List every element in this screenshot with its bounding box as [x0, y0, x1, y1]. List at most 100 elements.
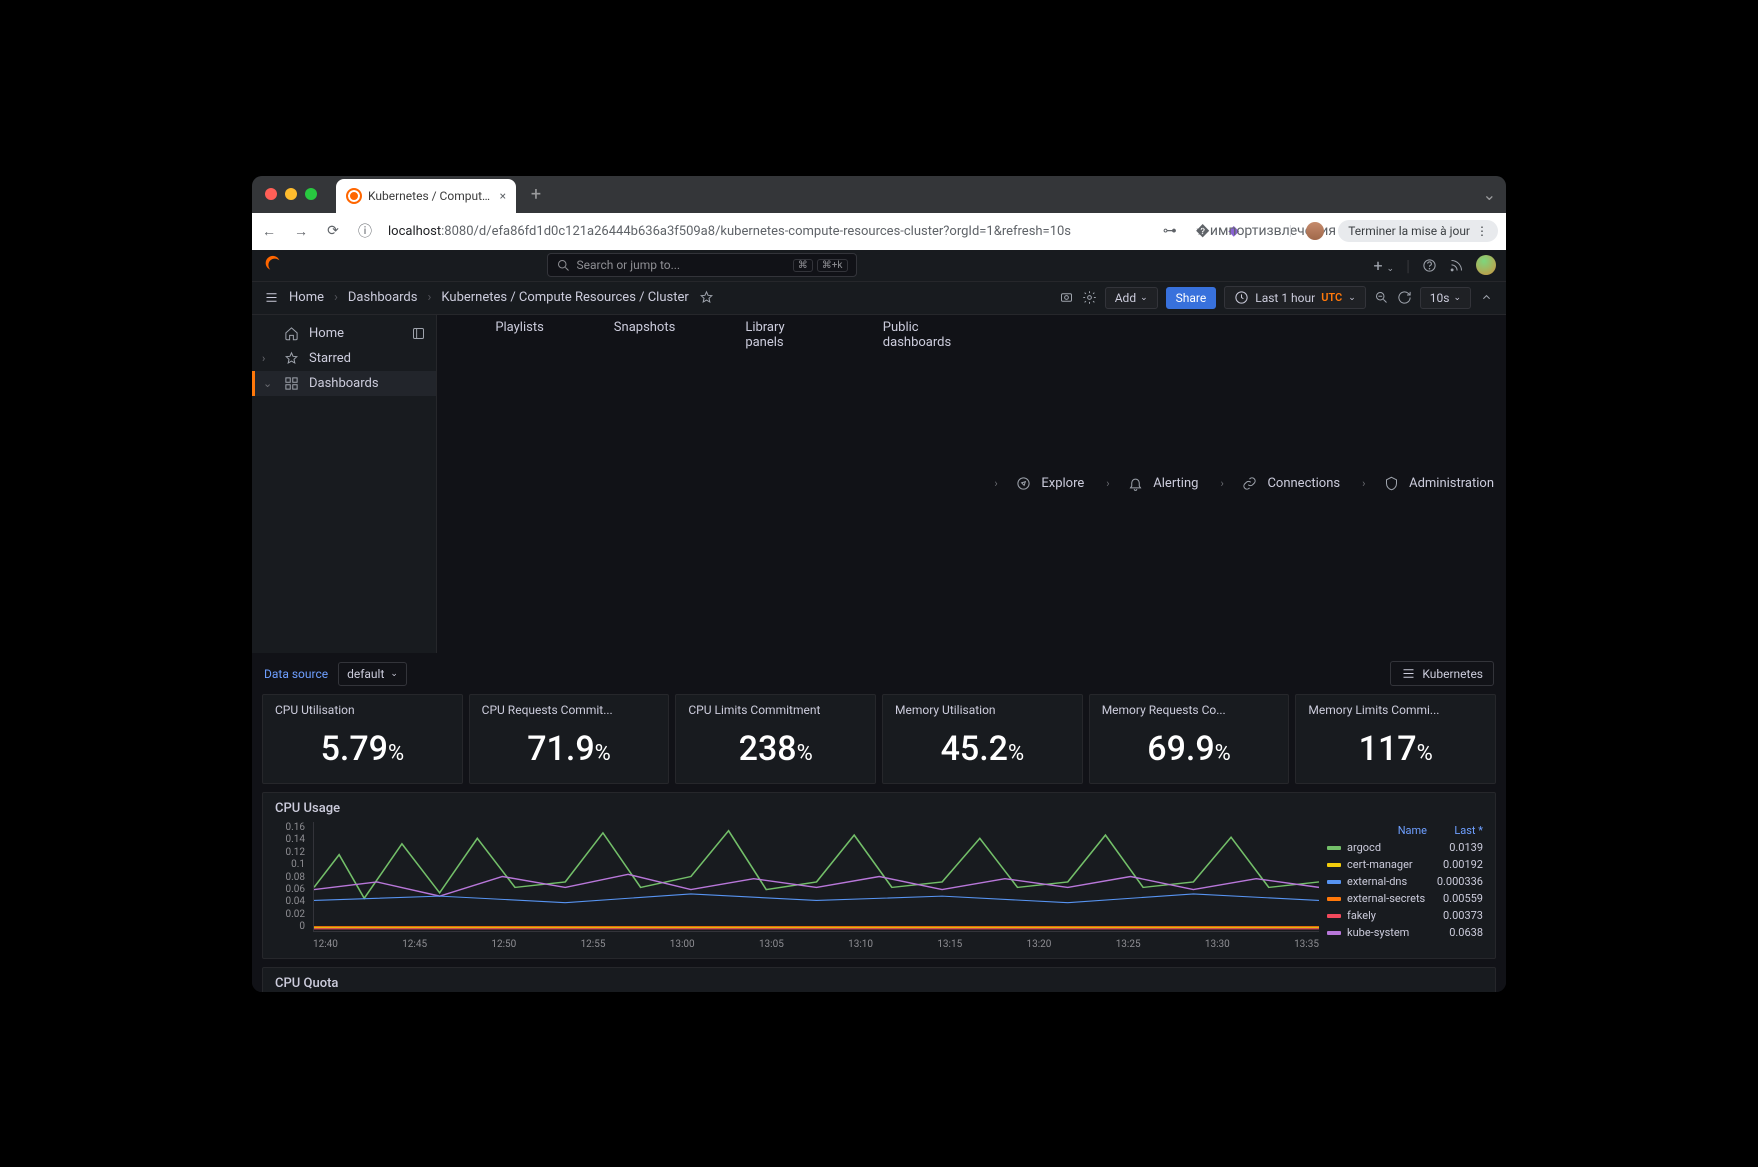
menu-toggle-icon[interactable] — [264, 290, 279, 305]
sidebar-item-label: Connections — [1267, 476, 1340, 491]
home-icon — [284, 326, 299, 341]
add-panel-plus-icon[interactable]: + ⌄ — [1374, 256, 1395, 275]
sidebar-item-starred[interactable]: Starred — [252, 346, 436, 371]
star-icon — [284, 351, 299, 366]
sidebar-item-label: Administration — [1409, 476, 1494, 491]
sidebar-item-label: Explore — [1041, 476, 1084, 491]
sidebar-item-label: Starred — [309, 351, 351, 366]
stat-value: 45.2% — [895, 729, 1070, 769]
panel-collapse-icon[interactable] — [411, 326, 426, 341]
utc-badge: UTC — [1321, 291, 1342, 304]
x-axis: 12:4012:4512:5012:5513:0013:0513:1013:15… — [313, 939, 1319, 950]
time-range-picker[interactable]: Last 1 hour UTC ⌄ — [1224, 286, 1366, 309]
sidebar-sub-playlists[interactable]: Playlists — [437, 315, 555, 654]
sidebar-item-administration[interactable]: Administration — [1352, 315, 1506, 654]
datasource-select[interactable]: default⌄ — [338, 662, 407, 686]
shield-icon — [1384, 476, 1399, 491]
legend-col-name[interactable]: Name — [1327, 824, 1427, 837]
nav-back-icon[interactable]: ← — [260, 223, 278, 240]
refresh-icon[interactable] — [1397, 290, 1412, 305]
legend-col-last[interactable]: Last * — [1427, 824, 1483, 837]
extensions-puzzle-icon[interactable]: �импортизвлечения — [1257, 222, 1275, 240]
refresh-interval-picker[interactable]: 10s⌄ — [1420, 287, 1471, 309]
search-placeholder: Search or jump to... — [577, 258, 681, 272]
sidebar-item-label: Dashboards — [309, 376, 379, 391]
collapse-chevron-icon[interactable] — [1479, 290, 1494, 305]
stat-panel[interactable]: CPU Limits Commitment 238% — [675, 694, 876, 784]
browser-tab-active[interactable]: Kubernetes / Compute Resou × — [336, 179, 516, 213]
new-tab-button[interactable]: + — [522, 184, 550, 205]
traffic-close[interactable] — [265, 188, 277, 200]
legend-row[interactable]: kube-system0.0638 — [1327, 924, 1483, 941]
app-topnav: Search or jump to... ⌘⌘+k + ⌄ | — [252, 250, 1506, 282]
breadcrumb-dashboards[interactable]: Dashboards — [348, 290, 418, 305]
sidebar-sub-public-dashboards[interactable]: Public dashboards — [825, 315, 985, 654]
url-host: localhost — [388, 224, 441, 239]
password-key-icon[interactable]: ⊶ — [1161, 222, 1179, 240]
y-axis: 0.160.140.120.10.080.060.040.020 — [275, 822, 309, 932]
legend-name: kube-system — [1347, 926, 1427, 939]
legend-row[interactable]: argocd0.0139 — [1327, 839, 1483, 856]
help-icon[interactable] — [1422, 258, 1437, 273]
legend-value: 0.00559 — [1427, 892, 1483, 905]
stat-panel[interactable]: Memory Requests Co... 69.9% — [1089, 694, 1290, 784]
legend-value: 0.000336 — [1427, 875, 1483, 888]
app-sidebar: Home Starred Dashboards — [252, 315, 437, 654]
global-search-input[interactable]: Search or jump to... ⌘⌘+k — [547, 253, 857, 277]
user-avatar[interactable] — [1476, 255, 1496, 275]
sidebar-item-connections[interactable]: Connections — [1210, 315, 1352, 654]
legend-row[interactable]: fakely0.00373 — [1327, 907, 1483, 924]
datasource-variable-label[interactable]: Data source — [264, 667, 328, 681]
snapshot-icon[interactable] — [1059, 290, 1074, 305]
breadcrumb-home[interactable]: Home — [289, 290, 324, 305]
sidebar-item-home[interactable]: Home — [252, 321, 436, 346]
sidebar-sub-library-panels[interactable]: Library panels — [687, 315, 824, 654]
stat-panel[interactable]: CPU Utilisation 5.79% — [262, 694, 463, 784]
tabs-overflow-button[interactable]: ⌄ — [1473, 185, 1506, 204]
add-dropdown-button[interactable]: Add⌄ — [1105, 287, 1158, 309]
url-display[interactable]: localhost:8080/d/efa86fd1d0c121a26444b63… — [388, 224, 1147, 239]
legend-row[interactable]: external-dns0.000336 — [1327, 873, 1483, 890]
panel-title: CPU Usage — [275, 801, 1483, 816]
stat-value: 238% — [688, 729, 863, 769]
cpu-usage-graph[interactable]: 0.160.140.120.10.080.060.040.020 — [275, 822, 1319, 950]
close-tab-icon[interactable]: × — [500, 189, 506, 203]
kubernetes-link-button[interactable]: Kubernetes — [1390, 661, 1494, 686]
traffic-max[interactable] — [305, 188, 317, 200]
browser-update-chip[interactable]: Terminer la mise à jour ⋮ — [1338, 220, 1498, 242]
compass-icon — [1016, 476, 1031, 491]
sidebar-sub-snapshots[interactable]: Snapshots — [556, 315, 688, 654]
share-button[interactable]: Share — [1166, 287, 1217, 309]
cpu-usage-legend: NameLast * argocd0.0139cert-manager0.001… — [1327, 822, 1483, 950]
legend-row[interactable]: cert-manager0.00192 — [1327, 856, 1483, 873]
grafana-favicon — [346, 188, 362, 204]
legend-name: fakely — [1347, 909, 1427, 922]
sidebar-item-dashboards[interactable]: Dashboards — [252, 371, 436, 396]
panel-cpu-quota: CPU Quota NamespacePodsWorkloadsCPU Usag… — [262, 967, 1496, 992]
stat-panel[interactable]: CPU Requests Commit... 71.9% — [469, 694, 670, 784]
favorite-star-icon[interactable] — [699, 290, 714, 305]
link-icon — [1242, 476, 1257, 491]
panel-title: CPU Quota — [275, 976, 1483, 991]
grid-icon — [284, 376, 299, 391]
nav-forward-icon[interactable]: → — [292, 223, 310, 240]
rss-icon[interactable] — [1449, 258, 1464, 273]
legend-swatch — [1327, 897, 1341, 901]
stat-panel[interactable]: Memory Utilisation 45.2% — [882, 694, 1083, 784]
legend-row[interactable]: external-secrets0.00559 — [1327, 890, 1483, 907]
legend-swatch — [1327, 863, 1341, 867]
legend-value: 0.0638 — [1427, 926, 1483, 939]
traffic-min[interactable] — [285, 188, 297, 200]
stat-title: Memory Utilisation — [895, 703, 1070, 717]
stat-title: Memory Requests Co... — [1102, 703, 1277, 717]
zoom-out-icon[interactable] — [1374, 290, 1389, 305]
sidebar-item-explore[interactable]: Explore — [984, 315, 1096, 654]
legend-value: 0.00192 — [1427, 858, 1483, 871]
site-info-icon[interactable]: ⓘ — [356, 222, 374, 240]
sidebar-item-alerting[interactable]: Alerting — [1096, 315, 1210, 654]
nav-reload-icon[interactable]: ⟳ — [324, 223, 342, 239]
stat-panel[interactable]: Memory Limits Commi... 117% — [1295, 694, 1496, 784]
settings-gear-icon[interactable] — [1082, 290, 1097, 305]
grafana-logo-icon[interactable] — [262, 254, 284, 276]
stat-value: 71.9% — [482, 729, 657, 769]
